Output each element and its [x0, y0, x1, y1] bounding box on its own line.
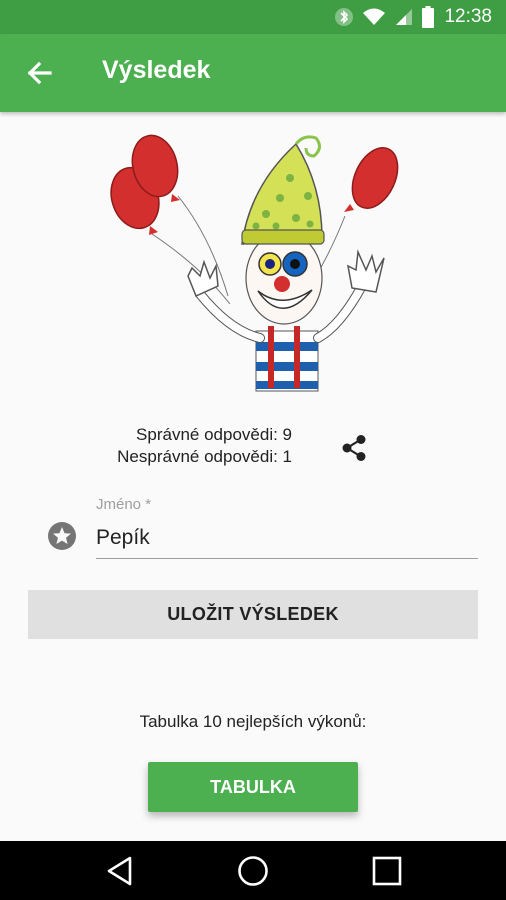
name-field-label: Jméno *: [96, 496, 152, 513]
nav-back-button[interactable]: [104, 855, 136, 887]
back-button[interactable]: [22, 56, 56, 90]
signal-icon: [396, 9, 413, 25]
nav-home-button[interactable]: [237, 855, 269, 887]
page-title: Výsledek: [102, 56, 211, 84]
clown-illustration: [110, 134, 399, 392]
incorrect-answers: Nesprávné odpovědi: 1: [117, 447, 292, 466]
correct-answers: Správné odpovědi: 9: [136, 425, 292, 444]
status-icons: 12:38: [334, 6, 492, 28]
recents-square-icon: [372, 856, 402, 886]
score-summary: Správné odpovědi: 9 Nesprávné odpovědi: …: [60, 424, 292, 468]
battery-icon: [422, 6, 435, 28]
status-time: 12:38: [444, 6, 492, 27]
share-button[interactable]: [338, 432, 370, 464]
save-result-button[interactable]: ULOŽIT VÝSLEDEK: [28, 590, 478, 639]
navigation-bar: [0, 841, 506, 900]
arrow-left-icon: [27, 61, 52, 85]
nav-recents-button[interactable]: [371, 855, 403, 887]
back-triangle-icon: [107, 856, 132, 886]
star-icon: [48, 522, 76, 550]
leaderboard-button[interactable]: TABULKA: [148, 762, 358, 812]
home-circle-icon: [238, 856, 268, 886]
name-input[interactable]: [96, 518, 478, 559]
share-icon: [342, 435, 366, 461]
status-bar: 12:38: [0, 0, 506, 34]
wifi-icon: [363, 8, 386, 25]
app-bar: Výsledek: [0, 34, 506, 112]
bluetooth-icon: [335, 8, 354, 26]
leaderboard-text: Tabulka 10 nejlepších výkonů:: [139, 712, 367, 731]
